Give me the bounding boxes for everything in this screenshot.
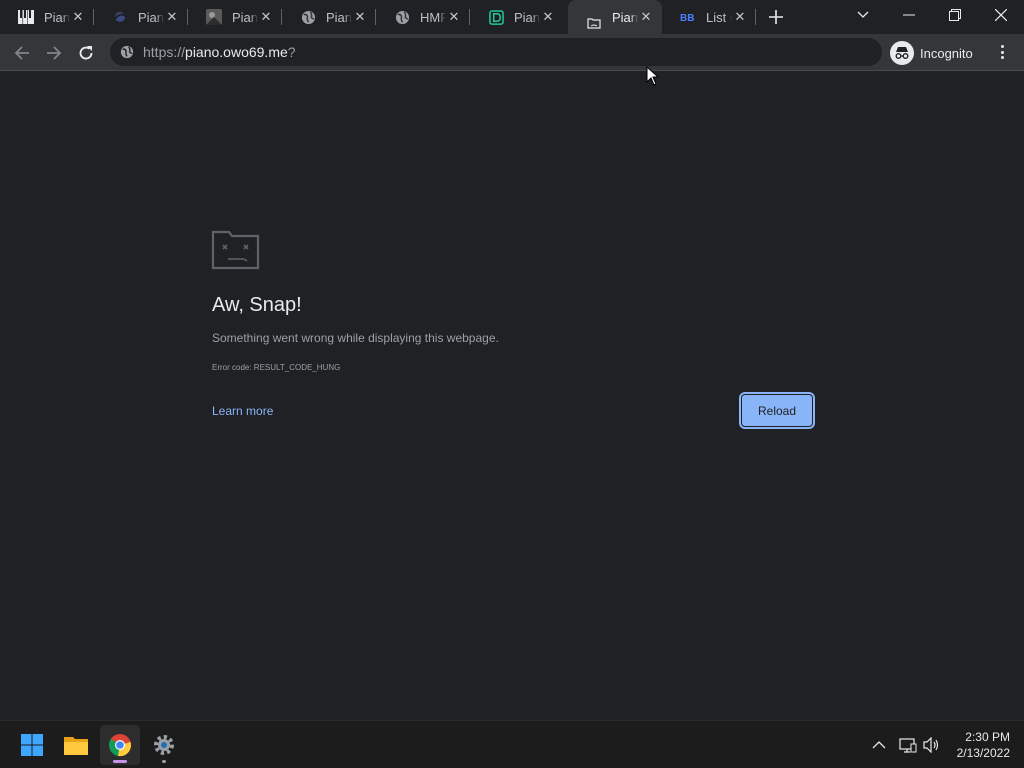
mouse-cursor-icon bbox=[646, 66, 660, 86]
close-icon[interactable]: ✕ bbox=[70, 9, 86, 25]
windows-start-icon bbox=[21, 734, 43, 756]
tab-title: Piano bbox=[514, 9, 540, 25]
globe-icon bbox=[120, 45, 134, 59]
taskbar-settings[interactable] bbox=[144, 725, 184, 765]
incognito-icon bbox=[890, 41, 914, 65]
browser-toolbar: https://piano.owo69.me? Incognito bbox=[0, 34, 1024, 71]
incognito-indicator[interactable]: Incognito bbox=[890, 40, 973, 66]
close-icon bbox=[995, 9, 1007, 21]
tab-title: Piano bbox=[612, 9, 638, 25]
sad-tab-icon bbox=[586, 9, 602, 29]
error-title: Aw, Snap! bbox=[212, 294, 302, 316]
network-status[interactable] bbox=[899, 721, 917, 768]
url-scheme: https:// bbox=[143, 44, 186, 60]
tab-search-button[interactable] bbox=[840, 0, 886, 30]
close-icon[interactable]: ✕ bbox=[638, 9, 654, 25]
running-indicator bbox=[162, 760, 166, 763]
tab-2[interactable]: Piano ✕ bbox=[94, 0, 188, 34]
active-indicator bbox=[113, 760, 127, 763]
reload-button[interactable]: Reload bbox=[741, 394, 813, 427]
network-icon bbox=[899, 738, 917, 753]
clock-date: 2/13/2022 bbox=[956, 746, 1010, 760]
restore-button[interactable] bbox=[932, 0, 978, 30]
close-icon[interactable]: ✕ bbox=[352, 9, 368, 25]
speaker-icon bbox=[923, 737, 939, 753]
photo-icon bbox=[206, 9, 222, 25]
learn-more-link[interactable]: Learn more bbox=[212, 404, 273, 418]
close-window-button[interactable] bbox=[978, 0, 1024, 30]
new-tab-button[interactable] bbox=[764, 5, 788, 29]
tab-1[interactable]: Piano ✕ bbox=[0, 0, 94, 34]
chevron-down-icon bbox=[857, 11, 869, 18]
menu-icon[interactable] bbox=[994, 42, 1010, 62]
sad-folder-icon bbox=[211, 230, 260, 270]
incognito-label: Incognito bbox=[920, 45, 973, 61]
plus-icon bbox=[769, 10, 783, 24]
tab-7-active[interactable]: Piano ✕ bbox=[568, 0, 662, 34]
tab-title: Piano bbox=[138, 9, 164, 25]
dark-swoosh-icon bbox=[112, 9, 128, 25]
reload-toolbar-button[interactable] bbox=[73, 40, 99, 66]
arrow-left-icon bbox=[14, 46, 29, 60]
close-icon[interactable]: ✕ bbox=[258, 9, 274, 25]
file-explorer-icon bbox=[64, 737, 88, 755]
minimize-button[interactable] bbox=[886, 0, 932, 30]
tab-3[interactable]: Piano ✕ bbox=[188, 0, 282, 34]
system-clock[interactable]: 2:30 PM 2/13/2022 bbox=[948, 729, 1010, 761]
tab-strip: Piano ✕ Piano ✕ Piano ✕ Piano ✕ HMP ✕ Pi… bbox=[0, 0, 1024, 34]
svg-text:BB: BB bbox=[680, 13, 694, 23]
chrome-icon bbox=[109, 734, 131, 757]
taskbar: 2:30 PM 2/13/2022 bbox=[0, 720, 1024, 768]
green-d-icon bbox=[488, 9, 504, 25]
tab-title: List o bbox=[706, 9, 732, 25]
start-button[interactable] bbox=[12, 725, 52, 765]
close-icon[interactable]: ✕ bbox=[540, 9, 556, 25]
arrow-right-icon bbox=[47, 46, 62, 60]
globe-icon bbox=[300, 9, 316, 25]
back-button[interactable] bbox=[9, 40, 35, 66]
address-bar[interactable]: https://piano.owo69.me? bbox=[110, 38, 882, 66]
taskbar-chrome[interactable] bbox=[100, 725, 140, 765]
show-hidden-icons-button[interactable] bbox=[872, 721, 886, 768]
clock-time: 2:30 PM bbox=[965, 730, 1010, 744]
volume-control[interactable] bbox=[923, 721, 941, 768]
close-icon[interactable]: ✕ bbox=[446, 9, 462, 25]
url-host: piano.owo69.me bbox=[185, 44, 288, 60]
url-query: ? bbox=[287, 44, 296, 60]
refresh-icon bbox=[79, 46, 93, 60]
tab-title: Piano bbox=[44, 9, 70, 25]
tab-8[interactable]: BB List o ✕ bbox=[662, 0, 756, 34]
tab-title: Piano bbox=[326, 9, 352, 25]
tab-4[interactable]: Piano ✕ bbox=[282, 0, 376, 34]
tab-title: HMP bbox=[420, 9, 446, 25]
tab-6[interactable]: Piano ✕ bbox=[470, 0, 564, 34]
error-message: Something went wrong while displaying th… bbox=[212, 331, 499, 345]
tab-title: Piano bbox=[232, 9, 258, 25]
settings-icon bbox=[154, 735, 174, 755]
minimize-icon bbox=[903, 14, 915, 16]
chevron-up-icon bbox=[872, 741, 886, 749]
taskbar-file-explorer[interactable] bbox=[56, 725, 96, 765]
globe-icon bbox=[394, 9, 410, 25]
close-icon[interactable]: ✕ bbox=[164, 9, 180, 25]
restore-icon bbox=[949, 9, 961, 21]
tab-5[interactable]: HMP ✕ bbox=[376, 0, 470, 34]
page-content: Aw, Snap! Something went wrong while dis… bbox=[0, 71, 1024, 721]
error-code: Error code: RESULT_CODE_HUNG bbox=[212, 363, 341, 372]
piano-keys-icon bbox=[18, 9, 34, 25]
close-icon[interactable]: ✕ bbox=[732, 9, 748, 25]
forward-button[interactable] bbox=[41, 40, 67, 66]
bb-icon: BB bbox=[680, 9, 696, 25]
